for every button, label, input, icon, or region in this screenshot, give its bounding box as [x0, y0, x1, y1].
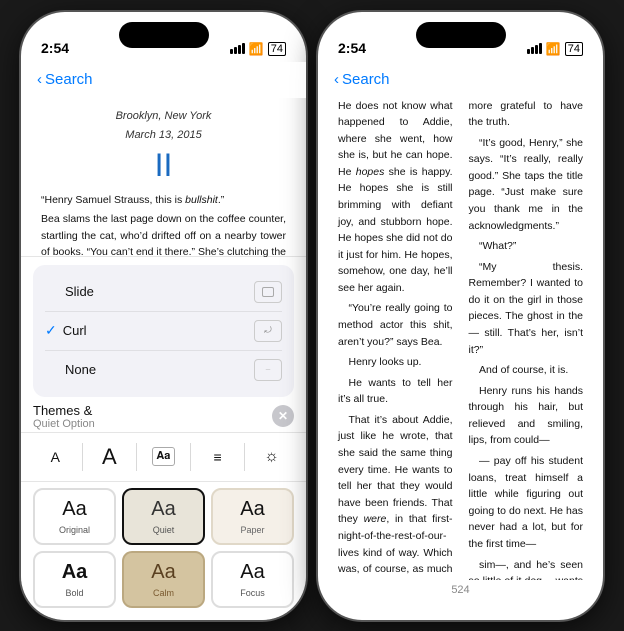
battery-icon: 74 — [268, 42, 286, 56]
right-para-4: That it’s about Addie, just like he wrot… — [338, 412, 453, 580]
theme-original-label: Original — [59, 525, 90, 535]
theme-original-card[interactable]: Aa Original — [33, 488, 116, 545]
theme-original-aa: Aa — [62, 498, 86, 521]
theme-grid: Aa Original Aa Quiet Aa Paper Aa Bold Aa — [21, 482, 306, 620]
back-button-right[interactable]: ‹ Search — [334, 71, 390, 88]
theme-quiet-aa: Aa — [151, 498, 175, 521]
nav-bar-left: ‹ Search — [21, 62, 306, 98]
curl-checkmark: ✓ — [45, 322, 57, 339]
right-para-2: Henry looks up. — [338, 354, 453, 371]
wifi-icon: 📶 — [249, 42, 264, 56]
right-para-3: He wants to tell her it’s all true. — [338, 375, 453, 408]
status-time-right: 2:54 — [338, 40, 366, 56]
right-para-12: Henry runs his hands through his hair, b… — [469, 383, 584, 449]
theme-calm-aa: Aa — [151, 561, 175, 584]
theme-bold-label: Bold — [65, 588, 83, 598]
theme-quiet-label: Quiet — [153, 525, 175, 535]
dynamic-island-right — [416, 22, 506, 48]
book-date: March 13, 2015 — [41, 127, 286, 144]
themes-title-row: Themes & Quiet Option — [33, 403, 95, 430]
right-para-1: “You’re really going to method actor thi… — [338, 300, 453, 350]
back-label-right: Search — [342, 71, 390, 88]
left-phone: 2:54 📶 74 ‹ Search Brooklyn, New York — [21, 12, 306, 620]
typo-divider-1 — [82, 443, 83, 471]
scroll-option-curl[interactable]: ✓ Curl ⤾ — [45, 312, 282, 351]
bottom-panel: Slide ✓ Curl ⤾ — [21, 257, 306, 620]
status-icons-right: 📶 74 — [527, 42, 583, 56]
quiet-option-label: Quiet Option — [33, 418, 95, 430]
right-para-11: And of course, it is. — [469, 362, 584, 379]
phones-container: 2:54 📶 74 ‹ Search Brooklyn, New York — [21, 12, 603, 620]
right-para-8: “It’s good, Henry,” she says. “It’s real… — [469, 135, 584, 234]
font-select-button[interactable]: 𝐀𝐚 — [145, 439, 181, 475]
theme-focus-card[interactable]: Aa Focus — [211, 551, 294, 608]
theme-focus-label: Focus — [240, 588, 265, 598]
right-para-14: sim—, and he’s seen so little of it deg—… — [469, 557, 584, 580]
back-arrow-icon-right: ‹ — [334, 71, 339, 88]
scroll-option-slide[interactable]: Slide — [45, 273, 282, 312]
status-icons-left: 📶 74 — [230, 42, 286, 56]
back-label-left: Search — [45, 71, 93, 88]
increase-font-button[interactable]: A — [91, 439, 127, 475]
right-para-0: He does not know what happened to Addie,… — [338, 98, 453, 297]
nav-bar-right: ‹ Search — [318, 62, 603, 98]
font-icon: 𝐀𝐚 — [152, 447, 176, 466]
none-icon: ⎯ — [254, 359, 282, 381]
battery-icon-right: 74 — [565, 42, 583, 56]
right-phone: 2:54 📶 74 ‹ Search He does not know wha — [318, 12, 603, 620]
theme-focus-aa: Aa — [240, 561, 264, 584]
theme-bold-card[interactable]: Aa Bold — [33, 551, 116, 608]
typo-divider-2 — [136, 443, 137, 471]
typo-divider-4 — [244, 443, 245, 471]
close-button[interactable]: ✕ — [272, 405, 294, 427]
wifi-icon-right: 📶 — [546, 42, 561, 56]
page-number: 524 — [451, 584, 469, 596]
theme-calm-label: Calm — [153, 588, 174, 598]
page-number-bar: 524 — [318, 584, 603, 596]
decrease-font-button[interactable]: A — [37, 439, 73, 475]
brightness-icon: ☼ — [264, 448, 279, 466]
book-chapter: II — [41, 146, 286, 184]
scroll-picker: Slide ✓ Curl ⤾ — [33, 265, 294, 397]
scroll-option-none-label: None — [65, 362, 96, 377]
theme-quiet-card[interactable]: Aa Quiet — [122, 488, 205, 545]
slide-icon — [254, 281, 282, 303]
theme-paper-card[interactable]: Aa Paper — [211, 488, 294, 545]
right-para-13: — pay off his student loans, treat himse… — [469, 453, 584, 552]
typo-divider-3 — [190, 443, 191, 471]
theme-paper-label: Paper — [240, 525, 264, 535]
scroll-option-slide-label: Slide — [65, 284, 94, 299]
book-para-0: “Henry Samuel Strauss, this is bullshit.… — [41, 192, 286, 208]
themes-title: Themes & — [33, 403, 95, 418]
signal-icon-right — [527, 43, 542, 54]
book-content-right: He does not know what happened to Addie,… — [318, 98, 603, 580]
signal-icon — [230, 43, 245, 54]
scroll-option-none[interactable]: None ⎯ — [45, 351, 282, 389]
status-time-left: 2:54 — [41, 40, 69, 56]
scroll-option-curl-label: Curl — [63, 323, 87, 338]
right-para-9: “What?” — [469, 238, 584, 255]
typography-row: A A 𝐀𝐚 ≡ ☼ — [21, 432, 306, 482]
theme-bold-aa: Aa — [62, 561, 88, 584]
right-para-10: “My thesis. Remember? I wanted to do it … — [469, 259, 584, 358]
large-a-label: A — [102, 444, 117, 470]
small-a-label: A — [51, 449, 60, 465]
curl-icon: ⤾ — [254, 320, 282, 342]
book-location: Brooklyn, New York — [41, 108, 286, 125]
dynamic-island-left — [119, 22, 209, 48]
theme-calm-card[interactable]: Aa Calm — [122, 551, 205, 608]
theme-paper-aa: Aa — [240, 498, 264, 521]
back-arrow-icon: ‹ — [37, 71, 42, 88]
align-icon: ≡ — [213, 449, 221, 465]
align-button[interactable]: ≡ — [200, 439, 236, 475]
back-button-left[interactable]: ‹ Search — [37, 71, 93, 88]
themes-header: Themes & Quiet Option ✕ — [21, 397, 306, 432]
brightness-button[interactable]: ☼ — [254, 439, 290, 475]
